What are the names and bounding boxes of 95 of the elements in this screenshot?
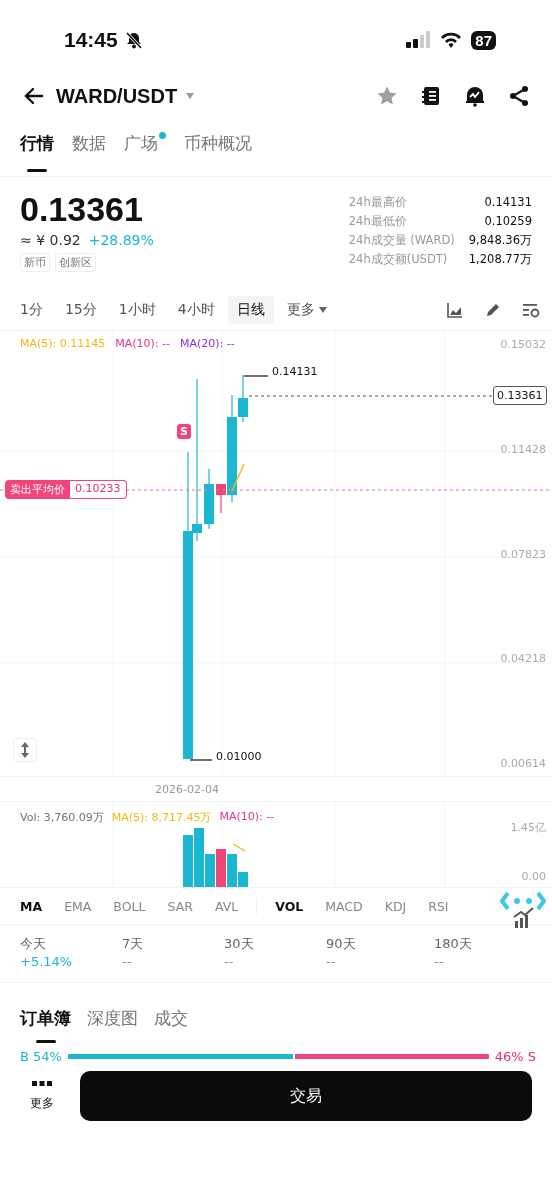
- battery-indicator: 87: [471, 30, 496, 50]
- high-price-label: 0.14131: [272, 365, 318, 378]
- axis-label: 0.15032: [500, 338, 546, 351]
- indicator-tab[interactable]: AVL: [214, 898, 239, 914]
- page-tab[interactable]: 广场: [124, 130, 166, 170]
- sell-marker: S: [177, 424, 191, 439]
- volume-legend-label: MA(5): 8,717.45万: [111, 810, 212, 825]
- period-label: 7天: [122, 935, 145, 953]
- indicator-tab[interactable]: BOLL: [113, 898, 146, 914]
- sell-average-value: 0.10233: [70, 480, 127, 499]
- caret-icon: [185, 92, 196, 100]
- pen-icon[interactable]: [484, 301, 502, 319]
- period-change: --: [122, 954, 133, 969]
- last-price: 0.13361: [20, 189, 144, 229]
- tag-label: 创新区: [55, 253, 96, 272]
- stat-label: 24h成交量 (WARD): [348, 232, 455, 249]
- share-icon[interactable]: [508, 85, 530, 107]
- volume-legend-label: Vol: 3,760.09万: [20, 810, 104, 825]
- notebook-icon[interactable]: [420, 85, 442, 107]
- cny-price: ≈ ¥ 0.92: [20, 232, 81, 248]
- tag-label: 新币: [20, 253, 50, 272]
- period-change: --: [434, 954, 445, 969]
- moving-average-line: [231, 463, 245, 492]
- volume-bar: [216, 849, 226, 887]
- more-timeframes-button[interactable]: 更多: [277, 296, 336, 324]
- clock-time: 14:45: [64, 28, 118, 52]
- axis-label: 0.11428: [500, 442, 546, 456]
- period-label: 180天: [434, 935, 473, 953]
- axis-label: 0.07823: [500, 547, 546, 561]
- timeframe-tab[interactable]: 4小时: [168, 296, 224, 324]
- chart-type-icon[interactable]: [446, 301, 464, 319]
- period-label: 今天: [20, 935, 47, 953]
- period-label: 30天: [224, 935, 255, 953]
- stat-label: 24h最低价: [348, 213, 408, 230]
- page-tab[interactable]: 行情: [20, 130, 54, 170]
- orderbook-tab[interactable]: 成交: [154, 1007, 188, 1043]
- volume-bar: [183, 835, 193, 887]
- period-label: 90天: [326, 935, 357, 953]
- period-change: +5.14%: [20, 954, 74, 969]
- settings-icon[interactable]: [522, 301, 540, 319]
- timeframe-tab[interactable]: 1分: [11, 296, 52, 324]
- stat-value: 0.14131: [483, 194, 532, 211]
- date-label: 2026-02-04: [155, 782, 219, 796]
- resize-button[interactable]: [13, 738, 37, 762]
- timeframe-tab[interactable]: 1小时: [109, 296, 165, 324]
- ma-legend-label: MA(10): --: [115, 337, 171, 350]
- wifi-icon: [439, 30, 464, 50]
- orderbook-tab[interactable]: 深度图: [87, 1007, 138, 1043]
- ma-legend-label: MA(20): --: [180, 337, 235, 350]
- sell-ratio-label: 46% S: [494, 1049, 536, 1064]
- stat-value: 1,208.77万: [468, 251, 532, 268]
- axis-label: 0.00614: [500, 757, 546, 770]
- stat-value: 9,848.36万: [468, 232, 532, 249]
- buy-ratio-label: B 54%: [20, 1049, 62, 1064]
- ma-legend-label: MA(5): 0.11145: [20, 337, 106, 350]
- bell-muted-icon: [123, 30, 144, 50]
- volume-legend-label: MA(10): --: [219, 810, 275, 825]
- indicator-tab[interactable]: VOL: [275, 898, 304, 914]
- orderbook-tab[interactable]: 订单簿: [20, 1007, 71, 1043]
- indicator-tab[interactable]: MA: [20, 898, 43, 914]
- axis-label: 0.00: [521, 870, 546, 883]
- axis-label: 1.45亿: [510, 820, 546, 835]
- low-price-label: 0.01000: [216, 750, 262, 763]
- indicator-tab[interactable]: EMA: [64, 898, 92, 914]
- timeframe-tab[interactable]: 日线: [227, 296, 274, 324]
- leader-line: [189, 759, 213, 761]
- indicator-tab[interactable]: SAR: [167, 898, 193, 914]
- bell-chart-icon[interactable]: [464, 85, 486, 107]
- price-change: +28.89%: [88, 232, 154, 248]
- leader-line: [243, 375, 269, 377]
- sell-average-tag: 卖出平均价: [5, 480, 70, 499]
- timeframe-tab[interactable]: 15分: [55, 296, 106, 324]
- trade-button[interactable]: 交易: [80, 1071, 532, 1121]
- period-change: --: [326, 954, 337, 969]
- signal-icon: [405, 30, 432, 50]
- moving-average-line: [232, 843, 246, 852]
- caret-icon: [318, 307, 327, 313]
- ellipsis-icon: [32, 1080, 52, 1087]
- axis-label: 0.04218: [500, 652, 546, 666]
- indicator-tab[interactable]: KDJ: [384, 898, 407, 914]
- pair-selector[interactable]: WARD/USDT: [56, 84, 196, 108]
- stat-value: 0.10259: [483, 213, 532, 230]
- page-tab[interactable]: 数据: [72, 130, 106, 170]
- period-change: --: [224, 954, 235, 969]
- more-button[interactable]: 更多: [22, 1080, 62, 1112]
- last-price-tag: 0.13361: [493, 386, 547, 405]
- stat-label: 24h成交额(USDT): [348, 251, 449, 268]
- indicator-tab[interactable]: MACD: [325, 898, 363, 914]
- candle: [204, 468, 214, 530]
- star-icon[interactable]: [376, 85, 398, 107]
- page-tab[interactable]: 币种概况: [184, 130, 252, 170]
- indicator-tab[interactable]: RSI: [428, 898, 449, 914]
- vertical-arrows-icon: [19, 741, 31, 759]
- stat-label: 24h最高价: [348, 194, 408, 211]
- back-arrow-icon[interactable]: [22, 85, 44, 107]
